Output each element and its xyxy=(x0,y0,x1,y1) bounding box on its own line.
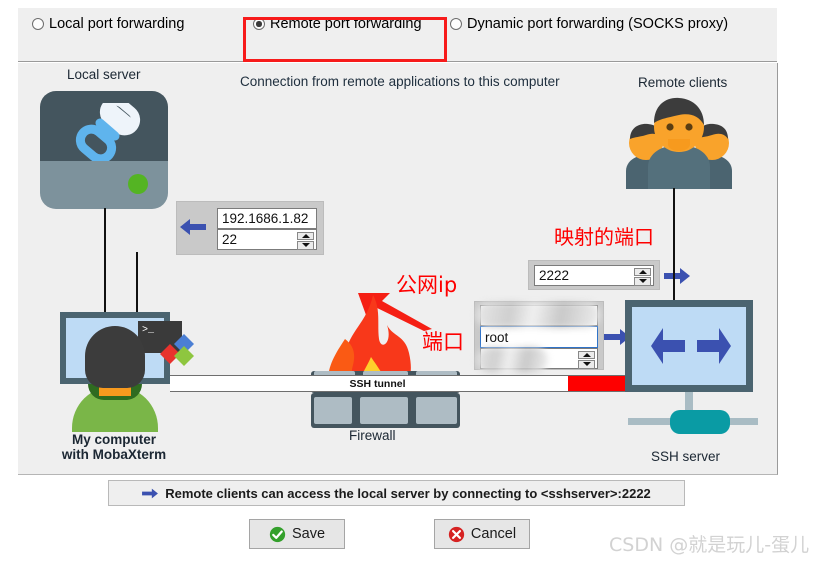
ssh-tunnel-label: SSH tunnel xyxy=(349,377,406,390)
mobaxterm-logo-icon xyxy=(160,334,194,366)
save-button-label: Save xyxy=(291,526,326,542)
redaction-blur-host xyxy=(476,302,600,328)
redaction-blur-ssh-port xyxy=(476,347,548,373)
link-chain-icon xyxy=(75,103,141,161)
ssh-user-input[interactable]: root xyxy=(480,326,598,348)
diagram-heading: Connection from remote applications to t… xyxy=(240,74,560,89)
summary-text: Remote clients can access the local serv… xyxy=(165,485,651,501)
my-computer-icon: >_ xyxy=(40,252,194,432)
forwarded-port-input[interactable]: 22 xyxy=(217,229,317,250)
radio-local-port-forwarding[interactable]: Local port forwarding xyxy=(32,16,184,32)
my-computer-line1: My computer xyxy=(71,432,156,447)
x-circle-icon xyxy=(448,526,465,542)
arrow-right-icon xyxy=(664,268,690,284)
red-highlight-box xyxy=(243,17,447,62)
bidirectional-arrows-icon xyxy=(651,328,731,364)
local-server-icon xyxy=(40,91,168,211)
stepper-down-icon[interactable] xyxy=(297,241,314,250)
remote-clients-icon xyxy=(626,97,732,189)
forwarded-port-stepper[interactable] xyxy=(297,231,314,250)
stepper-up-icon[interactable] xyxy=(634,267,651,276)
my-computer-line2: with MobaXterm xyxy=(61,447,167,462)
radio-dynamic-port-forwarding[interactable]: Dynamic port forwarding (SOCKS proxy) xyxy=(450,16,728,32)
cancel-button-label: Cancel xyxy=(470,526,517,542)
stepper-up-icon[interactable] xyxy=(578,350,595,359)
stepper-down-icon[interactable] xyxy=(634,277,651,286)
ssh-port-stepper[interactable] xyxy=(578,350,595,369)
firewall-label: Firewall xyxy=(349,428,396,443)
radio-icon xyxy=(450,18,462,30)
remote-clients-label: Remote clients xyxy=(638,75,728,90)
stepper-down-icon[interactable] xyxy=(578,360,595,369)
forwarded-port-value: 22 xyxy=(222,232,238,247)
status-led-icon xyxy=(128,174,148,194)
local-server-label: Local server xyxy=(67,67,141,82)
stepper-up-icon[interactable] xyxy=(297,231,314,240)
ssh-tunnel-red-segment xyxy=(568,376,626,391)
save-button[interactable]: Save xyxy=(249,519,345,549)
ssh-tunnel-bar: SSH tunnel xyxy=(170,375,626,392)
my-computer-label: My computer with MobaXterm xyxy=(39,432,189,462)
mapped-port-annotation: 映射的端口 xyxy=(554,225,654,249)
mapped-port-value: 2222 xyxy=(539,268,570,283)
check-circle-icon xyxy=(269,526,286,542)
mapped-port-stepper[interactable] xyxy=(634,267,651,286)
watermark-text: CSDN @就是玩儿-蛋儿 xyxy=(609,534,810,556)
radio-dynamic-label: Dynamic port forwarding (SOCKS proxy) xyxy=(467,16,729,32)
radio-icon xyxy=(32,18,44,30)
radio-local-label: Local port forwarding xyxy=(49,16,185,32)
arrow-left-icon xyxy=(180,219,206,235)
forwarded-host-input[interactable]: 192.1686.1.82 xyxy=(217,208,317,229)
summary-bar: Remote clients can access the local serv… xyxy=(108,480,685,506)
ssh-server-label: SSH server xyxy=(651,449,721,464)
port-forwarding-diagram: Connection from remote applications to t… xyxy=(18,63,778,475)
arrow-right-icon xyxy=(142,488,159,498)
cancel-button[interactable]: Cancel xyxy=(434,519,530,549)
mapped-port-input[interactable]: 2222 xyxy=(534,265,654,286)
ssh-server-icon xyxy=(625,300,761,446)
